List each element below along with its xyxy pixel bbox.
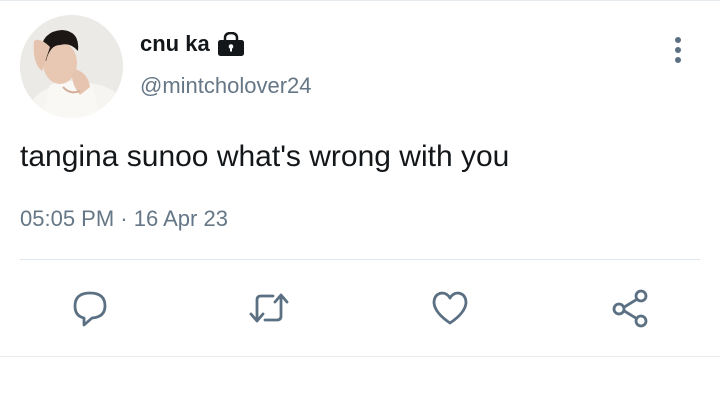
share-button[interactable] <box>607 285 653 331</box>
action-bar <box>0 285 720 331</box>
like-button[interactable] <box>427 285 473 331</box>
more-vertical-icon <box>675 37 681 63</box>
speech-bubble-icon <box>73 291 107 327</box>
tweet-date[interactable]: 16 Apr 23 <box>134 206 228 231</box>
tweet-time[interactable]: 05:05 PM <box>20 206 114 231</box>
retweet-arrows-icon <box>249 293 289 323</box>
tweet-meta: 05:05 PM · 16 Apr 23 <box>20 206 228 232</box>
share-icon <box>612 289 648 328</box>
tweet-text: tangina sunoo what's wrong with you <box>20 140 510 173</box>
avatar[interactable] <box>20 15 123 118</box>
meta-separator: · <box>120 206 128 231</box>
retweet-button[interactable] <box>246 285 292 331</box>
content-divider <box>20 259 700 260</box>
display-name[interactable]: cnu ka <box>140 31 210 57</box>
heart-icon <box>432 291 468 325</box>
top-divider <box>0 0 720 1</box>
author-name-row: cnu ka <box>140 29 245 59</box>
bottom-divider <box>0 356 720 357</box>
tweet-card: cnu ka @mintcholover24 tangina sunoo wha… <box>0 0 720 405</box>
avatar-photo <box>20 15 123 118</box>
author-handle[interactable]: @mintcholover24 <box>140 73 312 99</box>
more-options-button[interactable] <box>660 32 696 68</box>
lock-icon <box>217 31 245 56</box>
reply-button[interactable] <box>67 285 113 331</box>
